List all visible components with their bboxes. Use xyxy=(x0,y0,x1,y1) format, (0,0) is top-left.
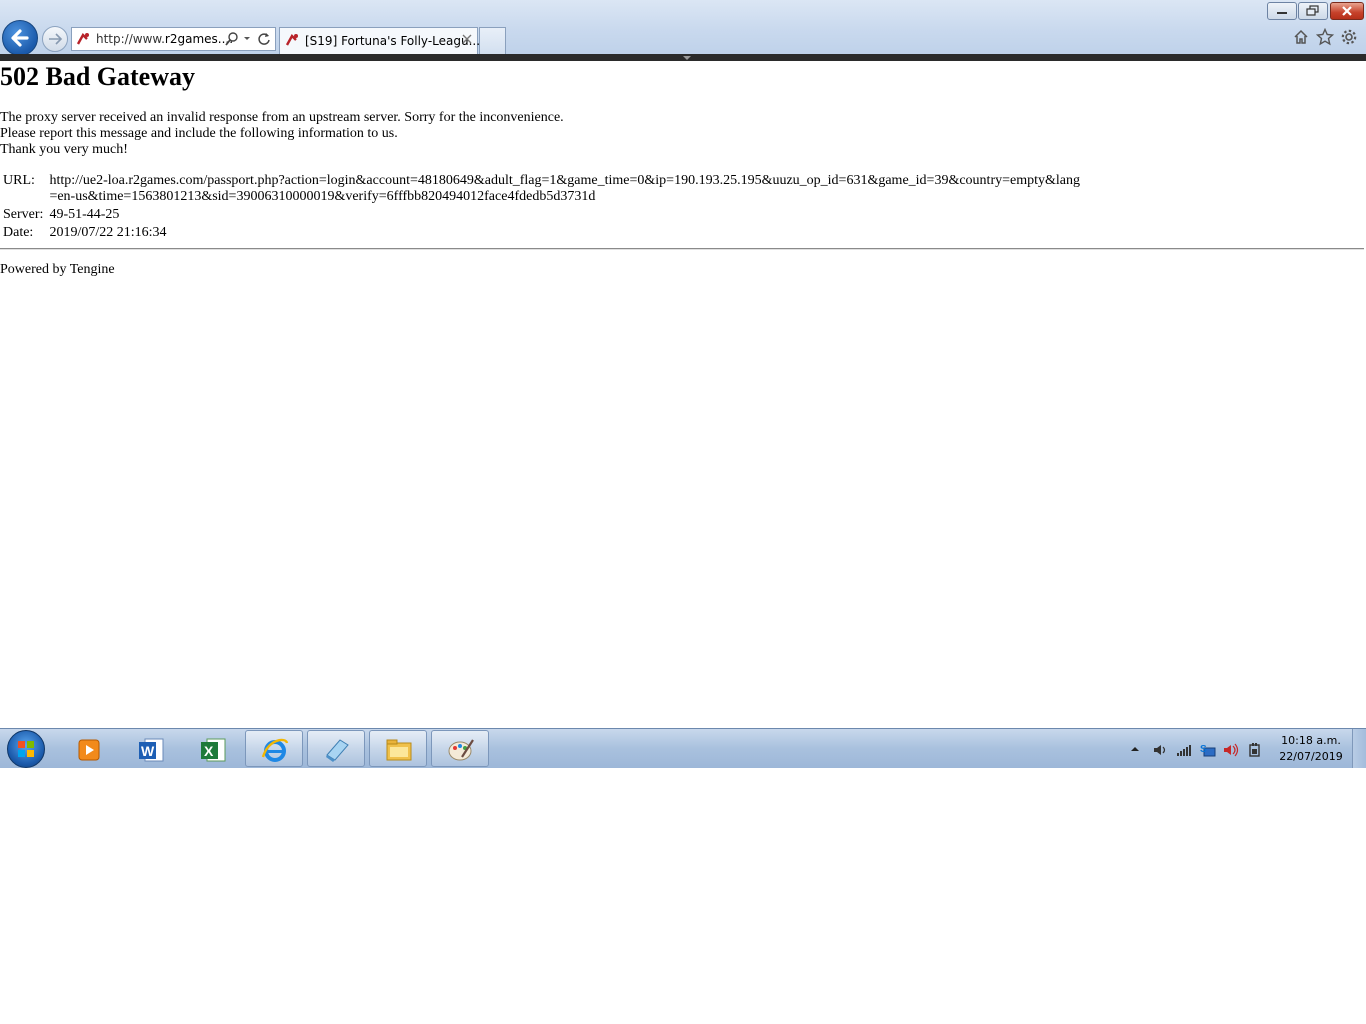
back-button[interactable] xyxy=(2,20,38,56)
info-key-date: Date: xyxy=(3,225,34,240)
back-arrow-icon xyxy=(11,29,29,47)
site-favicon xyxy=(285,34,298,46)
table-row: URL: http://ue2-loa.r2games.com/passport… xyxy=(0,172,1086,206)
folder-icon xyxy=(386,739,412,761)
table-row: Date: 2019/07/22 21:16:34 xyxy=(0,224,1086,242)
system-clock[interactable]: 10:18 a.m. 22/07/2019 xyxy=(1276,733,1346,765)
restore-button[interactable] xyxy=(1298,2,1328,20)
info-value-url: http://ue2-loa.r2games.com/passport.php?… xyxy=(49,173,1080,204)
notepad-icon xyxy=(326,739,349,762)
restore-icon xyxy=(1306,5,1319,16)
close-icon xyxy=(462,34,472,44)
show-desktop-button[interactable] xyxy=(1352,729,1366,768)
new-tab-button[interactable] xyxy=(479,27,506,54)
svg-text:W: W xyxy=(141,743,155,759)
svg-text:S: S xyxy=(1200,744,1207,755)
clock-date: 22/07/2019 xyxy=(1279,750,1343,763)
chevron-down-icon[interactable] xyxy=(242,32,252,46)
grip-icon[interactable] xyxy=(683,56,691,60)
volume-icon[interactable] xyxy=(1222,742,1240,758)
excel-icon: X xyxy=(201,738,226,762)
close-icon xyxy=(1342,6,1352,16)
media-player-icon xyxy=(78,739,100,761)
powered-by-footer: Powered by Tengine xyxy=(0,262,115,277)
star-icon[interactable] xyxy=(1316,28,1334,46)
error-info-table: URL: http://ue2-loa.r2games.com/passport… xyxy=(0,172,1086,242)
browser-toolbar: http://www.r2games.... [S19] Fortuna's F… xyxy=(0,0,1366,56)
network-signal-icon[interactable] xyxy=(1175,742,1193,758)
address-url-prefix: http://www. xyxy=(96,32,165,46)
close-tab-button[interactable] xyxy=(462,33,472,47)
taskbar-file-explorer[interactable] xyxy=(369,730,427,767)
taskbar-paint[interactable] xyxy=(431,730,489,767)
svg-text:X: X xyxy=(204,743,214,759)
tab-title: [S19] Fortuna's Folly-Leagu... xyxy=(305,34,481,48)
gear-icon[interactable] xyxy=(1340,28,1358,46)
taskbar-internet-explorer[interactable] xyxy=(245,730,303,767)
windows-logo-icon xyxy=(18,741,34,757)
forward-arrow-icon xyxy=(49,33,63,45)
skype-icon[interactable]: S xyxy=(1199,742,1217,758)
info-key-url: URL: xyxy=(3,173,35,188)
site-favicon xyxy=(76,33,89,45)
info-value-date: 2019/07/22 21:16:34 xyxy=(49,225,167,240)
info-value-server: 49-51-44-25 xyxy=(49,207,120,222)
paint-palette-icon xyxy=(448,739,474,761)
taskbar-notepad[interactable] xyxy=(307,730,365,767)
message-line-2: Please report this message and include t… xyxy=(0,126,398,141)
start-button[interactable] xyxy=(7,730,45,768)
minimize-button[interactable] xyxy=(1267,2,1297,20)
internet-explorer-icon xyxy=(261,738,289,762)
page-title: 502 Bad Gateway xyxy=(0,62,195,91)
toolbar-divider xyxy=(0,54,1366,61)
close-window-button[interactable] xyxy=(1330,2,1364,20)
minimize-icon xyxy=(1277,12,1287,14)
address-url: http://www.r2games.... xyxy=(96,32,233,46)
taskbar-word[interactable]: W xyxy=(122,730,180,767)
address-bar[interactable]: http://www.r2games.... xyxy=(71,27,276,51)
taskbar-media-player[interactable] xyxy=(60,730,118,767)
taskbar: W X S 10:18 a.m. 22/07/2019 xyxy=(0,728,1366,768)
info-key-server: Server: xyxy=(3,207,44,222)
refresh-icon[interactable] xyxy=(256,30,272,48)
message-line-1: The proxy server received an invalid res… xyxy=(0,110,564,125)
taskbar-excel[interactable]: X xyxy=(184,730,242,767)
word-icon: W xyxy=(139,738,164,762)
table-row: Server: 49-51-44-25 xyxy=(0,206,1086,224)
forward-button[interactable] xyxy=(42,26,68,52)
tab-active[interactable]: [S19] Fortuna's Folly-Leagu... xyxy=(279,27,481,54)
address-url-host: r2games.... xyxy=(164,32,234,46)
search-icon[interactable] xyxy=(224,30,240,48)
show-hidden-icons-icon[interactable] xyxy=(1130,745,1140,753)
power-plug-icon[interactable] xyxy=(1246,742,1264,758)
message-line-3: Thank you very much! xyxy=(0,142,128,157)
home-icon[interactable] xyxy=(1292,28,1310,46)
clock-time: 10:18 a.m. xyxy=(1281,734,1341,747)
speaker-muted-icon[interactable] xyxy=(1152,742,1168,758)
divider xyxy=(0,248,1364,250)
